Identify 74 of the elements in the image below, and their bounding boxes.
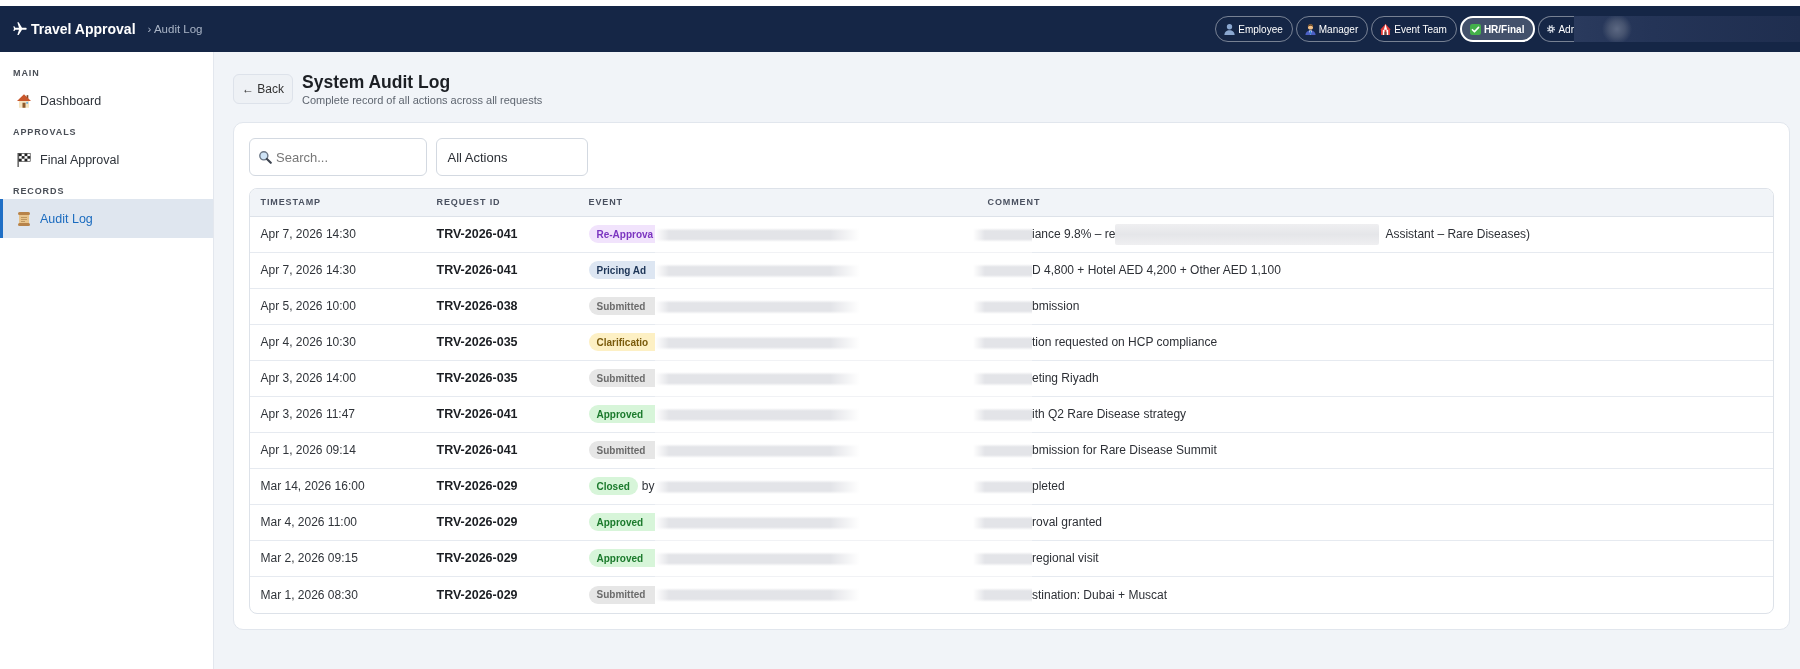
timestamp-text: Mar 1, 2026 08:30 [260, 587, 358, 602]
comment-text: iance 9.8% – re [1032, 227, 1116, 241]
page-subtitle: Complete record of all actions across all requests [302, 93, 543, 107]
request-id-text: TRV-2026-035 [436, 371, 518, 385]
comment-text: bmission [1032, 299, 1080, 313]
person-with-tie-icon [1304, 23, 1316, 35]
event-badge: Submitted [588, 585, 655, 604]
page-title: System Audit Log [302, 71, 451, 93]
house-icon [17, 93, 31, 108]
event-text: by [641, 479, 655, 493]
comment-text: Assistant – Rare Diseases) [1385, 227, 1531, 241]
back-button[interactable]: ← Back [233, 74, 293, 104]
person-icon [1224, 23, 1236, 35]
request-id-text: TRV-2026-041 [436, 443, 518, 457]
event-badge: Approved [588, 405, 655, 423]
nav-item[interactable]: Audit Log [0, 199, 213, 238]
action-filter-dropdown[interactable]: All Actions [435, 138, 588, 176]
nav-item[interactable]: Dashboard [0, 81, 213, 120]
gear-icon [1547, 25, 1556, 33]
event-badge: Clarificatio [588, 333, 655, 351]
request-id-text: TRV-2026-041 [436, 227, 518, 241]
event-badge: Closed [588, 477, 638, 495]
search-field[interactable]: Search... [249, 138, 427, 176]
timestamp-text: Apr 7, 2026 14:30 [260, 263, 356, 277]
timestamp-text: Mar 14, 2026 16:00 [260, 479, 365, 493]
event-badge: Re-Approva [588, 225, 655, 243]
checkered-flag-icon [17, 152, 31, 167]
tent-icon [1380, 23, 1392, 35]
comment-text: eting Riyadh [1032, 371, 1099, 385]
column-header: REQUEST ID [436, 197, 501, 207]
event-badge: Submitted [588, 369, 655, 387]
timestamp-text: Apr 3, 2026 11:47 [260, 407, 356, 421]
comment-text: D 4,800 + Hotel AED 4,200 + Other AED 1,100 [1032, 263, 1281, 277]
event-badge: Submitted [588, 441, 655, 459]
column-header: TIMESTAMP [260, 197, 321, 207]
airplane-icon [13, 22, 27, 36]
comment-text: roval granted [1032, 515, 1103, 529]
timestamp-text: Apr 1, 2026 09:14 [260, 443, 356, 457]
timestamp-text: Mar 2, 2026 09:15 [260, 551, 358, 565]
request-id-text: TRV-2026-029 [436, 479, 518, 493]
comment-text: bmission for Rare Disease Summit [1032, 443, 1217, 457]
event-badge: Submitted [588, 297, 655, 315]
timestamp-text: Apr 7, 2026 14:30 [260, 227, 356, 241]
timestamp-text: Apr 4, 2026 10:30 [260, 335, 356, 349]
timestamp-text: Mar 4, 2026 11:00 [260, 515, 357, 529]
checkmark-icon [1469, 23, 1481, 35]
event-badge: Approved [588, 549, 655, 567]
column-header: EVENT [588, 197, 623, 207]
request-id-text: TRV-2026-041 [436, 407, 518, 421]
comment-text: stination: Dubai + Muscat [1032, 587, 1168, 602]
app-title: Travel Approval [31, 21, 136, 37]
breadcrumb: › Audit Log [147, 23, 203, 35]
request-id-text: TRV-2026-029 [436, 587, 518, 602]
nav-item[interactable]: Final Approval [0, 140, 213, 179]
comment-text: ith Q2 Rare Disease strategy [1032, 407, 1187, 421]
request-id-text: TRV-2026-029 [436, 551, 518, 565]
event-badge: Approved [588, 513, 655, 531]
request-id-text: TRV-2026-035 [436, 335, 518, 349]
comment-text: tion requested on HCP compliance [1032, 335, 1218, 349]
search-icon [259, 150, 272, 164]
request-id-text: TRV-2026-029 [436, 515, 518, 529]
section-label: RECORDS [13, 185, 65, 197]
section-label: APPROVALS [13, 126, 77, 138]
comment-text: regional visit [1032, 551, 1099, 565]
timestamp-text: Apr 3, 2026 14:00 [260, 371, 356, 385]
section-label: MAIN [13, 67, 40, 79]
event-badge: Pricing Ad [588, 261, 655, 279]
scroll-icon [17, 211, 31, 226]
comment-text: pleted [1032, 479, 1065, 493]
role-button[interactable]: HR/Final [1459, 16, 1536, 42]
request-id-text: TRV-2026-038 [436, 299, 518, 313]
column-header: COMMENT [987, 197, 1041, 207]
timestamp-text: Apr 5, 2026 10:00 [260, 299, 356, 313]
request-id-text: TRV-2026-041 [436, 263, 518, 277]
